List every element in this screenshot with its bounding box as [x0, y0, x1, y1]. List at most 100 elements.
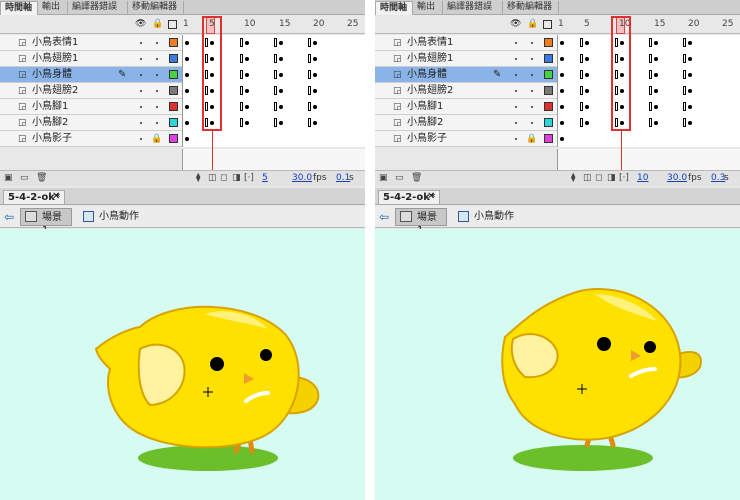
visibility-dot[interactable] [515, 122, 517, 124]
layer-row[interactable]: ◲ 小鳥翅膀2 [375, 83, 740, 99]
layer-row[interactable]: ◲ 小鳥翅膀2 [0, 83, 365, 99]
visibility-dot[interactable] [140, 58, 142, 60]
visibility-dot[interactable] [515, 58, 517, 60]
lock-dot[interactable] [531, 58, 533, 60]
visibility-dot[interactable] [140, 74, 142, 76]
visibility-dot[interactable] [140, 106, 142, 108]
center-frame-icon[interactable]: ⧫ [196, 173, 200, 184]
visibility-dot[interactable] [515, 90, 517, 92]
layer-color-swatch[interactable] [544, 38, 553, 47]
onion-outline-icon[interactable]: ◻ [595, 173, 602, 184]
close-icon[interactable]: ✕ [52, 191, 60, 202]
visibility-dot[interactable] [140, 42, 142, 44]
lock-dot[interactable] [156, 106, 158, 108]
fps-value[interactable]: 30.0 [292, 173, 312, 184]
layer-row[interactable]: ◲ 小鳥腳2 [0, 115, 365, 131]
new-layer-icon[interactable]: ▣ [4, 173, 13, 184]
layer-frames[interactable] [557, 35, 740, 51]
tab-output[interactable]: 輸出 [38, 1, 68, 15]
lock-icon[interactable]: 🔒 [527, 19, 538, 29]
layer-color-swatch[interactable] [544, 54, 553, 63]
tab-motion-editor[interactable]: 移動編輯器 [503, 1, 559, 15]
center-frame-icon[interactable]: ⧫ [571, 173, 575, 184]
outline-icon[interactable] [543, 20, 552, 29]
lock-dot[interactable] [156, 90, 158, 92]
lock-dot[interactable] [531, 90, 533, 92]
layer-row[interactable]: ◲ 小鳥翅膀1 [375, 51, 740, 67]
layer-color-swatch[interactable] [169, 102, 178, 111]
layer-frames[interactable] [557, 51, 740, 67]
layer-row[interactable]: ◲ 小鳥表情1 [375, 35, 740, 51]
layer-row[interactable]: ◲ 小鳥腳2 [375, 115, 740, 131]
back-arrow-icon[interactable]: ⇦ [4, 210, 14, 224]
onion-outline-icon[interactable]: ◻ [220, 173, 227, 184]
layer-row[interactable]: ◲ 小鳥表情1 [0, 35, 365, 51]
layer-frames[interactable] [557, 83, 740, 99]
layer-row[interactable]: ◲ 小鳥翅膀1 [0, 51, 365, 67]
onion-skin-icon[interactable]: ◫ [583, 173, 592, 184]
layer-color-swatch[interactable] [544, 134, 553, 143]
layer-color-swatch[interactable] [544, 102, 553, 111]
lock-dot[interactable] [531, 122, 533, 124]
onion-markers-icon[interactable]: [·] [244, 173, 254, 184]
layer-color-swatch[interactable] [544, 86, 553, 95]
visibility-dot[interactable] [140, 122, 142, 124]
eye-icon[interactable]: 👁 [510, 19, 521, 29]
onion-skin-icon[interactable]: ◫ [208, 173, 217, 184]
layer-row-selected[interactable]: ◲ 小鳥身體 ✎ [375, 67, 740, 83]
current-frame-value[interactable]: 10 [637, 173, 648, 184]
layer-frames[interactable] [557, 131, 740, 147]
fps-value[interactable]: 30.0 [667, 173, 687, 184]
tab-output[interactable]: 輸出 [413, 1, 443, 15]
visibility-dot[interactable] [140, 138, 142, 140]
close-icon[interactable]: ✕ [427, 191, 435, 202]
tab-timeline[interactable]: 時間軸 [0, 1, 38, 15]
trash-icon[interactable]: 🗑 [411, 173, 422, 184]
tab-compiler-errors[interactable]: 編譯器錯誤 [443, 1, 503, 15]
symbol-label[interactable]: 小鳥動作 [99, 211, 139, 223]
scene-button[interactable]: 場景 1 [20, 208, 72, 236]
layer-color-swatch[interactable] [169, 54, 178, 63]
lock-dot[interactable] [156, 74, 158, 76]
current-frame-value[interactable]: 5 [262, 173, 268, 184]
stage[interactable] [0, 229, 365, 500]
layer-row[interactable]: ◲ 小鳥腳1 [375, 99, 740, 115]
visibility-dot[interactable] [515, 42, 517, 44]
stage[interactable] [375, 229, 740, 500]
layer-row-selected[interactable]: ◲ 小鳥身體 ✎ [0, 67, 365, 83]
edit-multiple-icon[interactable]: ◨ [607, 173, 616, 184]
eye-icon[interactable]: 👁 [135, 19, 146, 29]
scene-button[interactable]: 場景 1 [395, 208, 447, 236]
layer-color-swatch[interactable] [169, 38, 178, 47]
visibility-dot[interactable] [515, 106, 517, 108]
layer-color-swatch[interactable] [544, 118, 553, 127]
layer-color-swatch[interactable] [169, 70, 178, 79]
outline-icon[interactable] [168, 20, 177, 29]
tab-timeline[interactable]: 時間軸 [375, 1, 413, 15]
onion-markers-icon[interactable]: [·] [619, 173, 629, 184]
new-folder-icon[interactable]: ▭ [395, 173, 404, 184]
lock-dot[interactable] [531, 74, 533, 76]
lock-dot[interactable] [156, 122, 158, 124]
new-folder-icon[interactable]: ▭ [20, 173, 29, 184]
lock-dot[interactable] [531, 42, 533, 44]
back-arrow-icon[interactable]: ⇦ [379, 210, 389, 224]
tab-motion-editor[interactable]: 移動編輯器 [128, 1, 184, 15]
layer-color-swatch[interactable] [169, 118, 178, 127]
layer-frames[interactable] [557, 99, 740, 115]
layer-color-swatch[interactable] [169, 86, 178, 95]
visibility-dot[interactable] [515, 138, 517, 140]
lock-dot[interactable] [156, 58, 158, 60]
visibility-dot[interactable] [515, 74, 517, 76]
layer-color-swatch[interactable] [544, 70, 553, 79]
edit-multiple-icon[interactable]: ◨ [232, 173, 241, 184]
layer-frames[interactable] [182, 131, 365, 147]
layer-lock-icon[interactable]: 🔒 [151, 134, 162, 144]
layer-row[interactable]: ◲ 小鳥腳1 [0, 99, 365, 115]
tab-compiler-errors[interactable]: 編譯器錯誤 [68, 1, 128, 15]
visibility-dot[interactable] [140, 90, 142, 92]
layer-frames[interactable] [557, 67, 740, 83]
lock-dot[interactable] [531, 106, 533, 108]
layer-lock-icon[interactable]: 🔒 [526, 134, 537, 144]
symbol-label[interactable]: 小鳥動作 [474, 211, 514, 223]
